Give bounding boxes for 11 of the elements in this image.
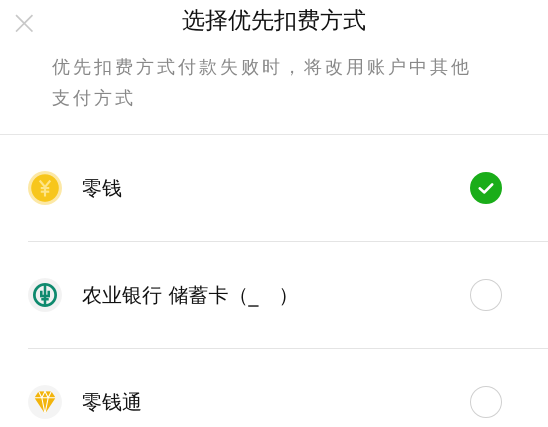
bank-logo-icon bbox=[28, 278, 62, 312]
checked-radio[interactable] bbox=[470, 172, 502, 204]
close-button[interactable]: × bbox=[10, 6, 38, 40]
payment-method-label: 农业银行 储蓄卡（_ ） bbox=[82, 282, 300, 308]
radio-button[interactable] bbox=[470, 279, 502, 311]
payment-method-label: 零钱通 bbox=[82, 388, 143, 416]
payment-method-label: 零钱 bbox=[82, 174, 123, 202]
sheet-title: 选择优先扣费方式 bbox=[182, 6, 366, 36]
hint-text: 优先扣费方式付款失败时，将改用账户中其他支付方式 bbox=[52, 56, 473, 111]
radio-button[interactable] bbox=[470, 386, 502, 418]
coin-icon bbox=[28, 171, 62, 205]
